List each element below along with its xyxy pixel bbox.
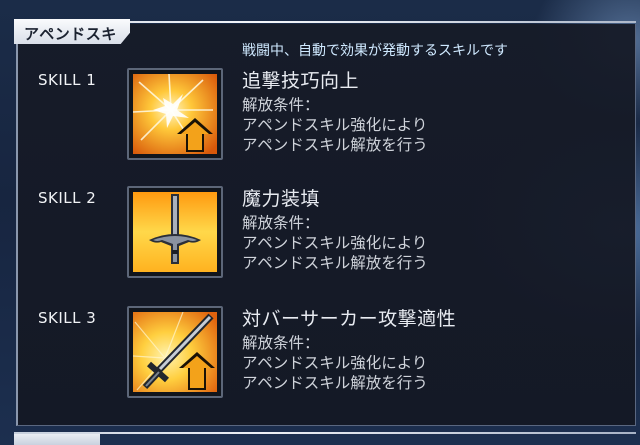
skill-name: 追撃技巧向上 [242, 70, 360, 92]
section-header-tab: アペンドスキル [14, 19, 130, 44]
skill-label: SKILL 2 [38, 189, 97, 207]
skill-name: 対バーサーカー攻撃適性 [242, 308, 457, 330]
skill-label: SKILL 1 [38, 71, 97, 89]
condition-line-1: アペンドスキル強化により [242, 116, 428, 134]
section-description: 戦闘中、自動で効果が発動するスキルです [242, 43, 508, 59]
skill-name: 魔力装填 [242, 188, 321, 210]
skill-row-3[interactable]: SKILL 3 対バーサーカー攻撃適性 解放条件： アペンドスキル強化により ア… [0, 306, 640, 416]
condition-line-2: アペンドスキル解放を行う [242, 254, 428, 272]
condition-line-2: アペンドスキル解放を行う [242, 136, 428, 154]
sword-icon [133, 192, 217, 272]
condition-line-2: アペンドスキル解放を行う [242, 374, 428, 392]
condition-title: 解放条件： [242, 214, 320, 232]
next-section-tab [14, 434, 100, 445]
condition-line-1: アペンドスキル強化により [242, 354, 428, 372]
condition-title: 解放条件： [242, 96, 320, 114]
skill-label: SKILL 3 [38, 309, 97, 327]
burst-upgrade-icon [133, 74, 217, 154]
skill-icon-frame[interactable] [127, 306, 223, 398]
next-panel-border [14, 432, 636, 434]
skill-icon-frame[interactable] [127, 186, 223, 278]
condition-line-1: アペンドスキル強化により [242, 234, 428, 252]
condition-title: 解放条件： [242, 334, 320, 352]
skill-row-1[interactable]: SKILL 1 追撃技巧向上 解放条件： アペンドスキル強化により アペンドスキ… [0, 68, 640, 178]
sword-upgrade-icon [133, 312, 217, 392]
skill-row-2[interactable]: SKILL 2 魔力装填 解放条件： アペンドスキル強化により アペンドスキル解… [0, 186, 640, 296]
skill-icon-frame[interactable] [127, 68, 223, 160]
